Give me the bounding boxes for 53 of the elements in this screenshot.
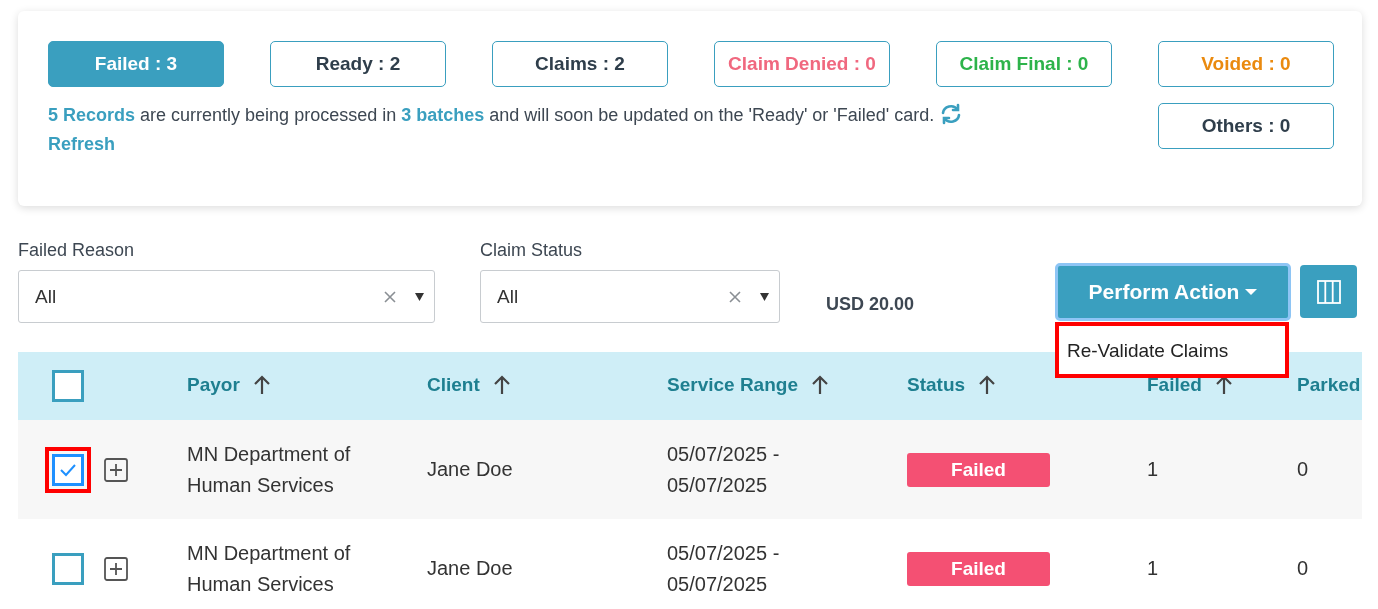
filter-label: Failed Reason bbox=[18, 240, 136, 261]
status-badge: Failed bbox=[907, 452, 1050, 487]
table-cell-text: MN Department of Human Services bbox=[187, 540, 352, 597]
status-filter-label: Failed : 3 bbox=[94, 53, 178, 74]
filter-select[interactable]: All bbox=[18, 270, 435, 323]
column-header[interactable]: Payor bbox=[187, 374, 240, 396]
status-filter-button[interactable]: Claim Denied : 0 bbox=[714, 41, 890, 87]
table-cell-text: 05/07/2025 - 05/07/2025 bbox=[667, 540, 781, 597]
table-cell-text: 1 bbox=[1147, 457, 1160, 482]
clear-icon bbox=[728, 289, 742, 304]
table-cell-text: Jane Doe bbox=[427, 556, 514, 581]
perform-action-button[interactable]: Perform Action bbox=[1055, 263, 1291, 321]
caret-icon bbox=[415, 292, 424, 301]
status-filter-label: Claims : 2 bbox=[535, 53, 625, 74]
table-cell-text: MN Department of Human Services bbox=[187, 441, 352, 498]
column-header[interactable]: Service Range bbox=[667, 374, 798, 396]
table-cell-text: Jane Doe bbox=[427, 457, 514, 482]
caret-icon bbox=[760, 292, 769, 301]
total-amount: USD 20.00 bbox=[826, 294, 916, 315]
expand-icon[interactable] bbox=[104, 457, 128, 482]
status-filter-button[interactable]: Voided : 0 bbox=[1158, 41, 1334, 87]
status-filter-label: Ready : 2 bbox=[315, 53, 401, 74]
filter-label: Claim Status bbox=[480, 240, 584, 261]
column-header[interactable]: Client bbox=[427, 374, 480, 396]
status-filter-label: Voided : 0 bbox=[1201, 53, 1291, 74]
status-filter-button[interactable]: Failed : 3 bbox=[48, 41, 224, 87]
status-filter-button[interactable]: Claims : 2 bbox=[492, 41, 668, 87]
columns-icon bbox=[1316, 279, 1341, 304]
column-header[interactable]: Parked bbox=[1297, 374, 1361, 396]
checkmark-icon bbox=[59, 462, 77, 477]
menu-item[interactable]: Re-Validate Claims bbox=[1055, 322, 1289, 378]
expand-icon[interactable] bbox=[104, 556, 128, 581]
table-cell-text: 05/07/2025 - 05/07/2025 bbox=[667, 441, 781, 498]
status-filter-label: Others : 0 bbox=[1201, 115, 1291, 136]
select-all-checkbox[interactable] bbox=[52, 370, 84, 402]
status-filter-label: Claim Final : 0 bbox=[959, 53, 1089, 74]
table-cell-text: 0 bbox=[1297, 457, 1310, 482]
columns-button[interactable] bbox=[1300, 265, 1357, 318]
status-filter-button[interactable]: Ready : 2 bbox=[270, 41, 446, 87]
row-checkbox[interactable] bbox=[52, 552, 84, 585]
row-checkbox[interactable] bbox=[52, 453, 84, 486]
column-header[interactable]: Status bbox=[907, 374, 966, 396]
status-filter-button[interactable]: Others : 0 bbox=[1158, 103, 1334, 149]
status-filter-button[interactable]: Claim Final : 0 bbox=[936, 41, 1112, 87]
status-badge: Failed bbox=[907, 551, 1050, 586]
table-cell-text: 1 bbox=[1147, 556, 1160, 581]
refresh-link[interactable]: Refresh bbox=[48, 134, 116, 154]
filter-select[interactable]: All bbox=[480, 270, 780, 323]
status-filter-label: Claim Denied : 0 bbox=[728, 53, 876, 74]
table-cell-text: 0 bbox=[1297, 556, 1310, 581]
processing-message: 5 Records are currently being processed in 3 batches and will soon be updated on the 'Ready' or 'Failed' card. bbox=[48, 105, 936, 125]
caret-icon bbox=[1245, 289, 1258, 295]
clear-icon bbox=[383, 289, 397, 304]
